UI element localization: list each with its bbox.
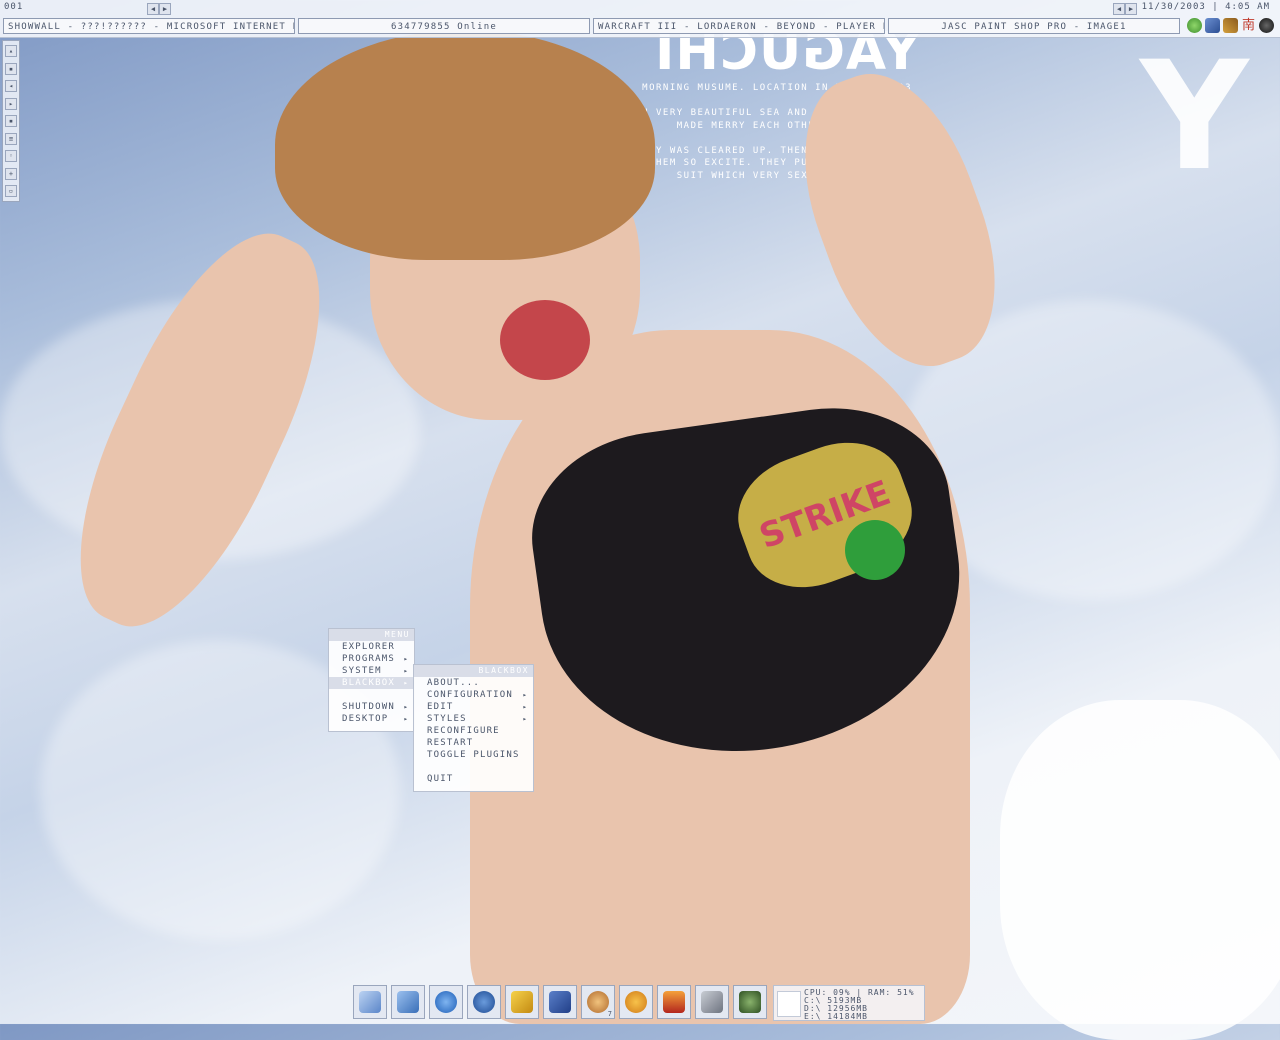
menu-item-label: PROGRAMS [342, 654, 395, 664]
toolbar-button-7[interactable]: ◦ [5, 150, 17, 162]
toolbar-button-9[interactable]: ▫ [5, 185, 17, 197]
submenu-arrow-icon: ▸ [522, 715, 528, 723]
chinese-char-icon[interactable]: 南 [1241, 18, 1256, 33]
figure-mouth [500, 300, 590, 380]
dragon-icon[interactable] [733, 985, 767, 1019]
toolbar-button-8[interactable]: + [5, 167, 17, 180]
figure-sarong [1000, 700, 1280, 1040]
toolbar-button-1[interactable]: ▴ [5, 45, 17, 57]
blackbox-submenu: BLACKBOX ABOUT... CONFIGURATION ▸ EDIT ▸ S… [413, 664, 534, 792]
menu-title: MENU [329, 629, 414, 641]
dock-badge: 7 [607, 1010, 612, 1018]
task-button-ie[interactable]: SHOWWALL - ???!?????? - MICROSOFT INTERN… [3, 18, 295, 34]
my-computer-icon[interactable] [353, 985, 387, 1019]
paint-glyph [587, 991, 609, 1013]
left-toolbar: ▴ ▪ ◂ ▸ ▪ ≡ ◦ + ▫ [2, 40, 20, 202]
notepad-glyph [397, 991, 419, 1013]
internet-explorer-icon[interactable] [429, 985, 463, 1019]
window-next-button[interactable]: ▶ [1125, 3, 1137, 15]
network-icon[interactable] [1205, 18, 1220, 33]
toolbar-button-2[interactable]: ▪ [5, 62, 17, 75]
toolbar-button-6[interactable]: ≡ [5, 132, 17, 145]
task-button-warcraft[interactable]: WARCRAFT III - LORDAERON - BEYOND - PLAY… [593, 18, 885, 34]
submenu-arrow-icon: ▸ [403, 703, 409, 711]
submenu-arrow-icon: ▸ [522, 703, 528, 711]
menu-item-system[interactable]: SYSTEM ▸ [329, 665, 414, 677]
task-button-qq[interactable]: 634779855 Online [298, 18, 590, 34]
submenu-arrow-icon: ▸ [403, 667, 409, 675]
winamp-icon[interactable] [505, 985, 539, 1019]
menu-separator [329, 689, 414, 701]
desktop-wallpaper: Y YAGUCHI MORNING MUSUME. LOCATION IN HA… [0, 0, 1280, 1040]
dragon-glyph [739, 991, 761, 1013]
figure-hair [275, 30, 655, 260]
warcraft-glyph [663, 991, 685, 1013]
menu-item-explorer[interactable]: EXPLORER [329, 641, 414, 653]
menu-item-label: DESKTOP [342, 714, 389, 724]
root-menu: MENU EXPLORER PROGRAMS ▸ SYSTEM ▸ BLACKBOX… [328, 628, 415, 732]
submenu-title: BLACKBOX [414, 665, 533, 677]
menu-item-label: BLACKBOX [342, 678, 395, 688]
drive-e-readout: E:\ 14184MB [804, 1012, 868, 1021]
task-button-paintshop[interactable]: JASC PAINT SHOP PRO - IMAGE1 [888, 18, 1180, 34]
menu-item-label: SYSTEM [342, 666, 382, 676]
submenu-item-styles[interactable]: STYLES ▸ [414, 713, 533, 725]
submenu-item-configuration[interactable]: CONFIGURATION ▸ [414, 689, 533, 701]
menu-item-programs[interactable]: PROGRAMS ▸ [329, 653, 414, 665]
clock[interactable]: 11/30/2003 | 4:05 AM [1142, 2, 1270, 12]
winamp-glyph [511, 991, 533, 1013]
globe-icon[interactable] [1187, 18, 1202, 33]
menu-item-desktop[interactable]: DESKTOP ▸ [329, 713, 414, 725]
workspace-label: 001 [4, 2, 24, 12]
toolbar-row: 001 ◀ ▶ ◀ ▶ 11/30/2003 | 4:05 AM [0, 0, 1280, 16]
messenger-glyph [625, 991, 647, 1013]
submenu-separator [414, 761, 533, 773]
submenu-arrow-icon: ▸ [403, 679, 409, 687]
workspace-prev-button[interactable]: ◀ [147, 3, 159, 15]
submenu-item-restart[interactable]: RESTART [414, 737, 533, 749]
workspace-next-button[interactable]: ▶ [159, 3, 171, 15]
submenu-arrow-icon: ▸ [522, 691, 528, 699]
warcraft-icon[interactable] [657, 985, 691, 1019]
wallpaper-big-letter: Y [1140, 30, 1249, 204]
system-tray: 南 [1187, 18, 1274, 34]
submenu-item-edit[interactable]: EDIT ▸ [414, 701, 533, 713]
menu-item-shutdown[interactable]: SHUTDOWN ▸ [329, 701, 414, 713]
window-prev-button[interactable]: ◀ [1113, 3, 1125, 15]
paint-icon[interactable]: 7 [581, 985, 615, 1019]
notepad-icon[interactable] [391, 985, 425, 1019]
system-monitor: CPU: 09% | RAM: 51% C:\ 5193MB D:\ 12956… [773, 985, 925, 1021]
speaker-icon[interactable] [1259, 18, 1274, 33]
pencil-icon[interactable] [1223, 18, 1238, 33]
bottom-dock: 7 [353, 985, 771, 1021]
toolbar-button-5[interactable]: ▪ [5, 115, 17, 127]
submenu-item-label: STYLES [427, 714, 467, 724]
submenu-arrow-icon: ▸ [403, 655, 409, 663]
menu-footer [329, 725, 414, 731]
ie-glyph [435, 991, 457, 1013]
top-taskbar: 001 ◀ ▶ ◀ ▶ 11/30/2003 | 4:05 AM SHOWWAL… [0, 0, 1280, 38]
maxthon-icon[interactable] [467, 985, 501, 1019]
my-computer-glyph [359, 991, 381, 1013]
word-glyph [549, 991, 571, 1013]
maxthon-glyph [473, 991, 495, 1013]
menu-item-label: SHUTDOWN [342, 702, 395, 712]
submenu-item-label: EDIT [427, 702, 454, 712]
submenu-item-quit[interactable]: QUIT [414, 773, 533, 785]
submenu-item-about[interactable]: ABOUT... [414, 677, 533, 689]
word-icon[interactable] [543, 985, 577, 1019]
menu-item-blackbox[interactable]: BLACKBOX ▸ [329, 677, 414, 689]
submenu-item-label: CONFIGURATION [427, 690, 514, 700]
submenu-item-toggle-plugins[interactable]: TOGGLE PLUGINS [414, 749, 533, 761]
messenger-icon[interactable] [619, 985, 653, 1019]
cs-glyph [701, 991, 723, 1013]
counter-strike-icon[interactable] [695, 985, 729, 1019]
submenu-arrow-icon: ▸ [403, 715, 409, 723]
toolbar-button-4[interactable]: ▸ [5, 97, 17, 110]
bikini-green-ball [845, 520, 905, 580]
toolbar-button-3[interactable]: ◂ [5, 80, 17, 92]
submenu-item-reconfigure[interactable]: RECONFIGURE [414, 725, 533, 737]
monitor-graph [777, 991, 801, 1017]
submenu-footer [414, 785, 533, 791]
